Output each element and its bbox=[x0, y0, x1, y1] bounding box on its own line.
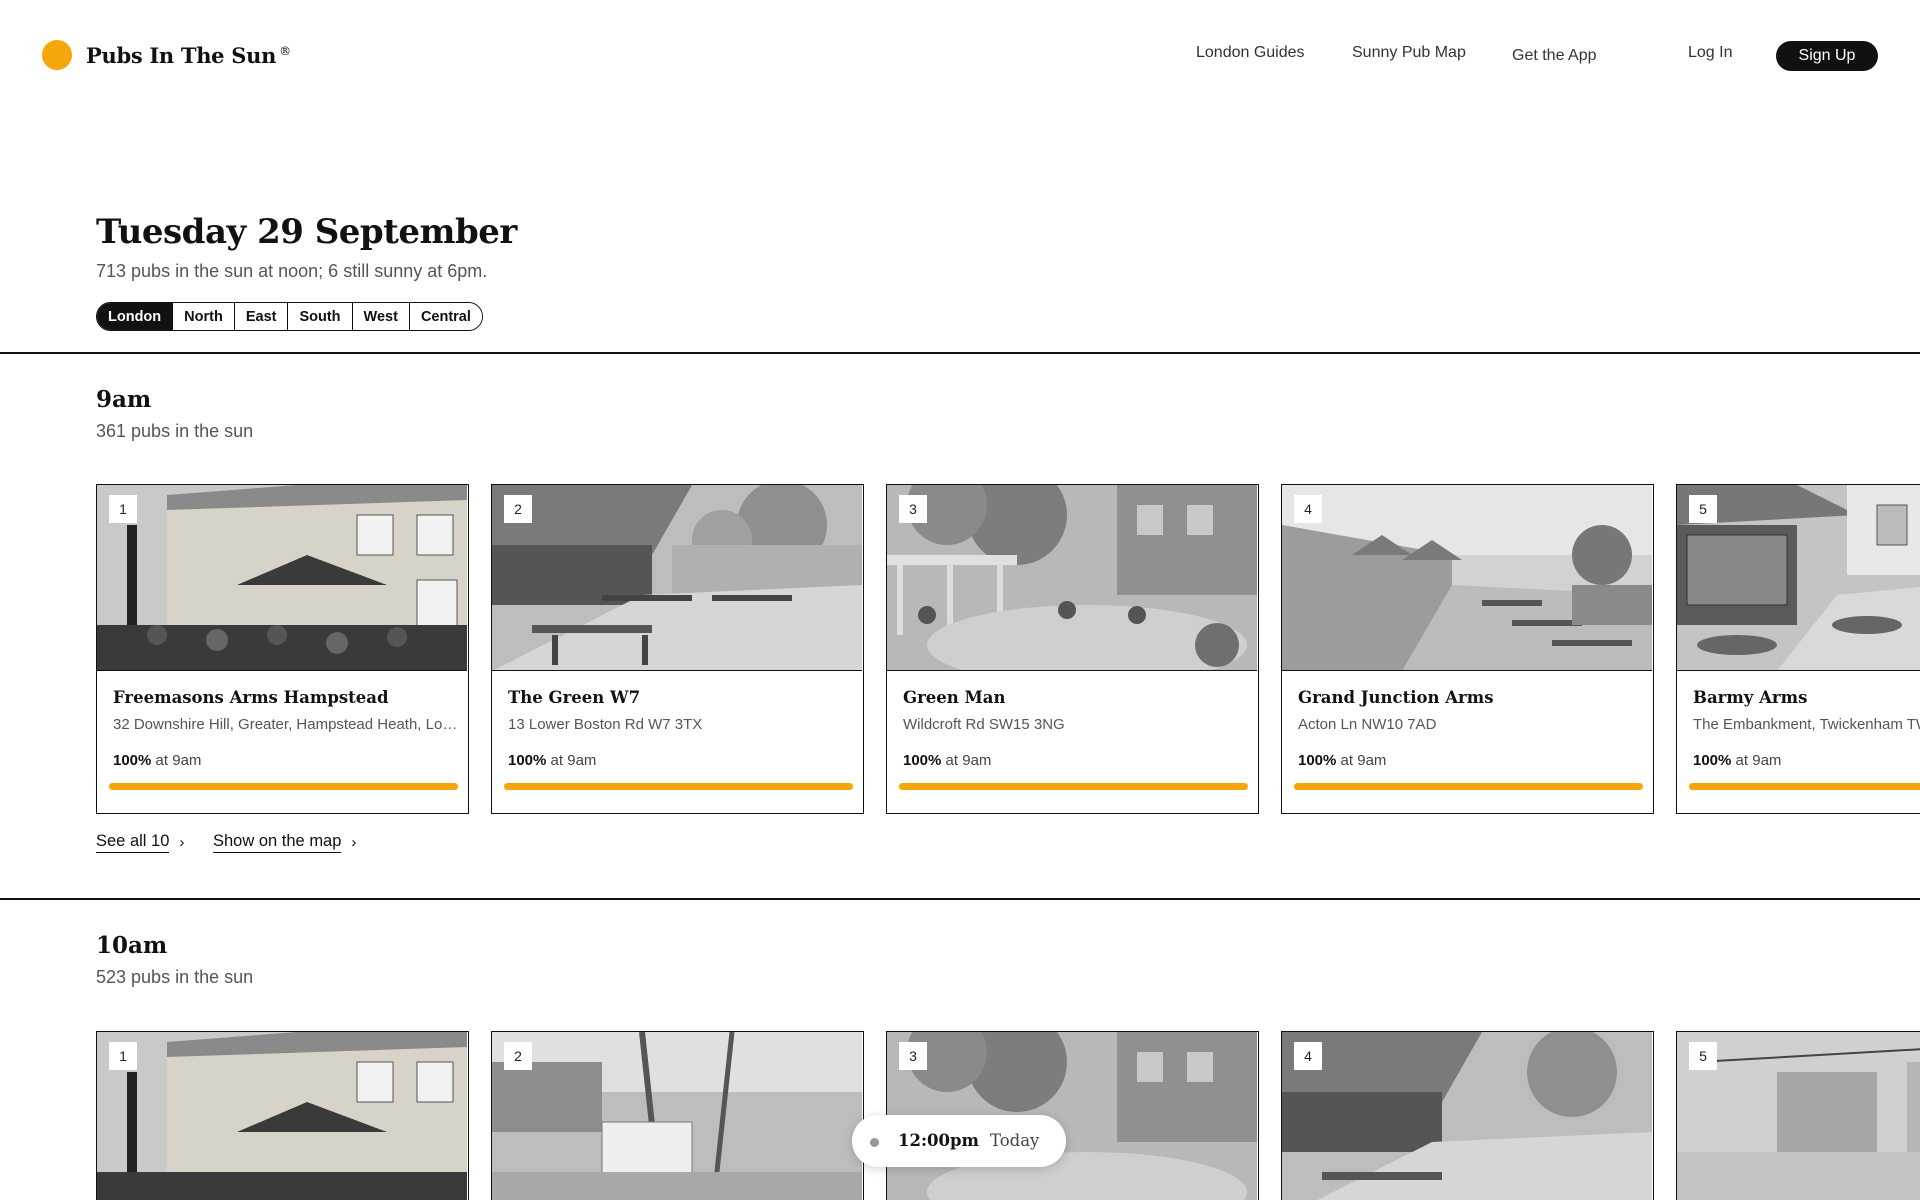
rank-badge: 2 bbox=[504, 495, 532, 523]
time-indicator-icon bbox=[870, 1138, 879, 1147]
pub-photo bbox=[492, 485, 862, 671]
rank-badge: 4 bbox=[1294, 1042, 1322, 1070]
pub-address: Wildcroft Rd SW15 3NG bbox=[903, 716, 1065, 733]
pub-photo bbox=[887, 485, 1257, 671]
pub-photo-image bbox=[97, 1032, 467, 1200]
section-divider bbox=[0, 898, 1920, 900]
pub-photo bbox=[492, 1032, 862, 1200]
pub-card[interactable]: 3 Green Man Wildcroft Rd SW15 3NG 100% a… bbox=[886, 484, 1259, 814]
pub-photo-image bbox=[492, 1032, 862, 1200]
pub-card[interactable]: 1 bbox=[96, 1031, 469, 1200]
rank-badge: 1 bbox=[109, 495, 137, 523]
pub-photo-image bbox=[1282, 485, 1652, 670]
pub-card[interactable]: 5 bbox=[1676, 1031, 1920, 1200]
pub-photo bbox=[1282, 485, 1652, 671]
sun-progress-bar bbox=[899, 783, 1248, 790]
brand-name: Pubs In The Sun ® bbox=[86, 42, 291, 68]
pub-name: The Green W7 bbox=[508, 688, 641, 707]
sun-progress-bar bbox=[109, 783, 458, 790]
sun-progress-bar bbox=[1689, 783, 1920, 790]
sun-progress-fill bbox=[1294, 783, 1643, 790]
pub-card[interactable]: 4 Grand Junction Arms Acton Ln NW10 7AD … bbox=[1281, 484, 1654, 814]
rank-badge: 3 bbox=[899, 495, 927, 523]
time-picker-pill[interactable]: 12:00pm Today bbox=[852, 1115, 1066, 1167]
selected-time[interactable]: 12:00pm bbox=[898, 1131, 979, 1150]
pub-card[interactable]: 1 Freemasons Arms Hampstead 32 Downshire… bbox=[96, 484, 469, 814]
sun-percentage: 100% at 9am bbox=[508, 752, 597, 769]
rank-badge: 2 bbox=[504, 1042, 532, 1070]
sun-progress-fill bbox=[899, 783, 1248, 790]
section-divider bbox=[0, 352, 1920, 354]
day-summary: 713 pubs in the sun at noon; 6 still sun… bbox=[96, 261, 488, 281]
sun-percentage: 100% at 9am bbox=[1693, 752, 1782, 769]
region-tab-central[interactable]: Central bbox=[408, 303, 482, 330]
see-all-link[interactable]: See all 10 › bbox=[96, 832, 184, 853]
section-title-10am: 10am bbox=[96, 932, 168, 959]
pub-address: The Embankment, Twickenham TW1 3DU bbox=[1693, 716, 1920, 733]
pub-photo-image bbox=[887, 485, 1257, 670]
rank-badge: 3 bbox=[899, 1042, 927, 1070]
region-tab-east[interactable]: East bbox=[233, 303, 288, 330]
section-title-9am: 9am bbox=[96, 386, 152, 413]
region-tab-west[interactable]: West bbox=[351, 303, 409, 330]
rank-badge: 5 bbox=[1689, 495, 1717, 523]
sun-progress-fill bbox=[109, 783, 458, 790]
pub-address: Acton Ln NW10 7AD bbox=[1298, 716, 1437, 733]
sun-percentage: 100% at 9am bbox=[1298, 752, 1387, 769]
signup-button[interactable]: Sign Up bbox=[1776, 41, 1878, 71]
site-header: Pubs In The Sun ® London Guides Sunny Pub… bbox=[0, 0, 1920, 110]
sun-progress-fill bbox=[1689, 783, 1920, 790]
pub-photo-image bbox=[1282, 1032, 1652, 1200]
selected-day[interactable]: Today bbox=[990, 1131, 1039, 1150]
rank-badge: 4 bbox=[1294, 495, 1322, 523]
pub-card[interactable]: 2 bbox=[491, 1031, 864, 1200]
pub-photo-image bbox=[492, 485, 862, 670]
pub-name: Freemasons Arms Hampstead bbox=[113, 688, 389, 707]
rank-badge: 1 bbox=[109, 1042, 137, 1070]
pub-address: 32 Downshire Hill, Greater, Hampstead He… bbox=[113, 716, 458, 733]
region-tab-london[interactable]: London bbox=[97, 303, 173, 330]
section-subtitle-10am: 523 pubs in the sun bbox=[96, 967, 254, 987]
section-subtitle-9am: 361 pubs in the sun bbox=[96, 421, 254, 441]
pub-photo bbox=[97, 485, 467, 671]
region-tab-north[interactable]: North bbox=[172, 303, 234, 330]
rank-badge: 5 bbox=[1689, 1042, 1717, 1070]
nav-get-the-app[interactable]: Get the App bbox=[1512, 47, 1597, 65]
sun-progress-bar bbox=[504, 783, 853, 790]
region-selector: London North East South West Central bbox=[96, 302, 483, 331]
pub-card[interactable]: 5 Barmy Arms The Embankment, Twickenham … bbox=[1676, 484, 1920, 814]
pub-photo bbox=[1282, 1032, 1652, 1200]
show-on-map-link[interactable]: Show on the map › bbox=[213, 832, 356, 853]
pub-name: Green Man bbox=[903, 688, 1006, 707]
pub-photo-image bbox=[97, 485, 467, 670]
pub-card[interactable]: 4 bbox=[1281, 1031, 1654, 1200]
chevron-right-icon: › bbox=[351, 834, 357, 851]
pub-card-row-9am: 1 Freemasons Arms Hampstead 32 Downshire… bbox=[96, 484, 1920, 814]
pub-card[interactable]: 2 The Green W7 13 Lower Boston Rd W7 3TX… bbox=[491, 484, 864, 814]
login-link[interactable]: Log In bbox=[1688, 44, 1732, 62]
sun-percentage: 100% at 9am bbox=[113, 752, 202, 769]
nav-london-guides[interactable]: London Guides bbox=[1196, 44, 1305, 62]
pub-photo bbox=[97, 1032, 467, 1200]
chevron-right-icon: › bbox=[179, 834, 185, 851]
nav-sunny-pub-map[interactable]: Sunny Pub Map bbox=[1352, 44, 1466, 62]
region-tab-south[interactable]: South bbox=[287, 303, 352, 330]
sun-logo-icon bbox=[42, 40, 72, 70]
page-title: Tuesday 29 September bbox=[96, 212, 517, 252]
sun-percentage: 100% at 9am bbox=[903, 752, 992, 769]
pub-name: Barmy Arms bbox=[1693, 688, 1808, 707]
sun-progress-fill bbox=[504, 783, 853, 790]
site-logo[interactable]: Pubs In The Sun ® bbox=[42, 40, 291, 70]
sun-progress-bar bbox=[1294, 783, 1643, 790]
pub-address: 13 Lower Boston Rd W7 3TX bbox=[508, 716, 703, 733]
pub-name: Grand Junction Arms bbox=[1298, 688, 1494, 707]
